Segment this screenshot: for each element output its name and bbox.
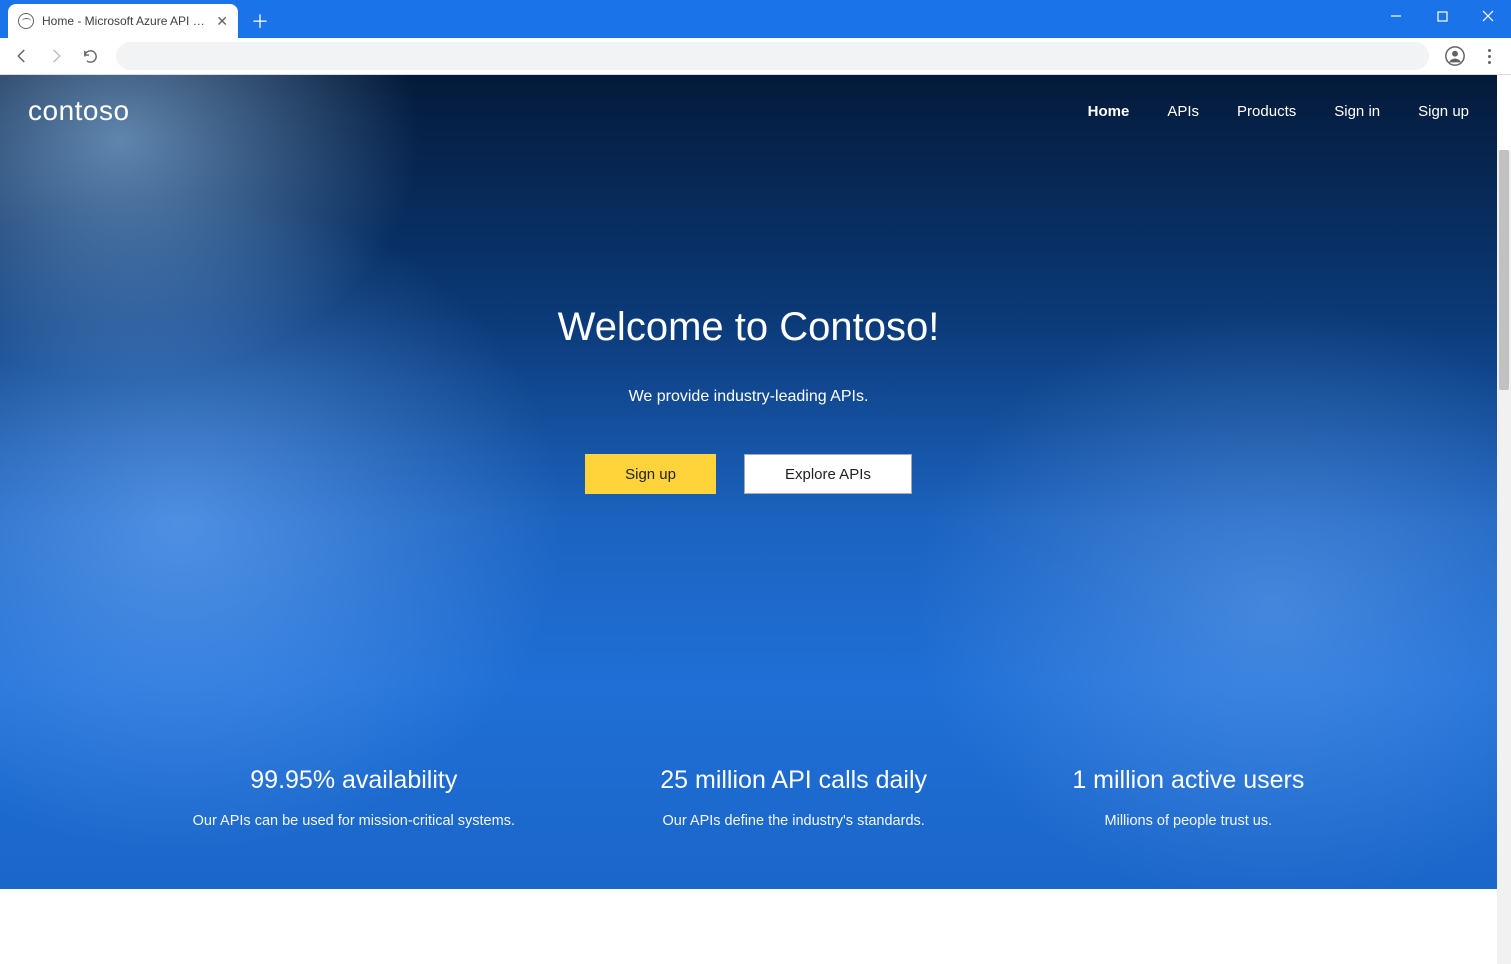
window-controls	[1373, 0, 1511, 32]
hero-title: Welcome to Contoso!	[0, 305, 1497, 350]
stat-sub: Millions of people trust us.	[1072, 813, 1304, 829]
top-navigation: contoso Home APIs Products Sign in Sign …	[0, 75, 1497, 147]
nav-links: Home APIs Products Sign in Sign up	[1088, 103, 1469, 120]
signup-button[interactable]: Sign up	[585, 454, 716, 494]
stats-row: 99.95% availability Our APIs can be used…	[0, 766, 1497, 829]
nav-link-products[interactable]: Products	[1237, 103, 1296, 120]
close-icon[interactable]: ✕	[216, 13, 228, 30]
hero-subtitle: We provide industry-leading APIs.	[0, 388, 1497, 406]
browser-tab[interactable]: Home - Microsoft Azure API Man ✕	[8, 4, 238, 38]
nav-link-apis[interactable]: APIs	[1167, 103, 1199, 120]
hero-center: Welcome to Contoso! We provide industry-…	[0, 305, 1497, 494]
hero-section: contoso Home APIs Products Sign in Sign …	[0, 75, 1497, 889]
nav-link-home[interactable]: Home	[1088, 103, 1130, 120]
explore-apis-button[interactable]: Explore APIs	[744, 454, 912, 494]
vertical-scrollbar[interactable]	[1497, 150, 1511, 964]
scrollbar-thumb[interactable]	[1499, 150, 1509, 390]
browser-toolbar	[0, 38, 1511, 75]
stat-title: 25 million API calls daily	[660, 766, 927, 795]
stat-sub: Our APIs can be used for mission-critica…	[193, 813, 515, 829]
profile-button[interactable]	[1441, 42, 1469, 70]
reload-button[interactable]	[76, 42, 104, 70]
browser-titlebar: Home - Microsoft Azure API Man ✕ ＋	[0, 0, 1511, 38]
tab-title: Home - Microsoft Azure API Man	[42, 14, 208, 28]
browser-menu-button[interactable]	[1475, 42, 1503, 70]
globe-icon	[18, 13, 34, 29]
maximize-button[interactable]	[1419, 0, 1465, 32]
brand-logo[interactable]: contoso	[28, 95, 130, 127]
forward-button[interactable]	[42, 42, 70, 70]
page-viewport: contoso Home APIs Products Sign in Sign …	[0, 75, 1497, 889]
new-tab-button[interactable]: ＋	[246, 7, 274, 35]
stat-title: 1 million active users	[1072, 766, 1304, 795]
address-bar[interactable]	[116, 42, 1429, 70]
minimize-button[interactable]	[1373, 0, 1419, 32]
stat-api-calls: 25 million API calls daily Our APIs defi…	[660, 766, 927, 829]
hero-ctas: Sign up Explore APIs	[0, 454, 1497, 494]
stat-active-users: 1 million active users Millions of peopl…	[1072, 766, 1304, 829]
stat-title: 99.95% availability	[193, 766, 515, 795]
stat-sub: Our APIs define the industry's standards…	[660, 813, 927, 829]
nav-link-signin[interactable]: Sign in	[1334, 103, 1380, 120]
window-close-button[interactable]	[1465, 0, 1511, 32]
nav-link-signup[interactable]: Sign up	[1418, 103, 1469, 120]
stat-availability: 99.95% availability Our APIs can be used…	[193, 766, 515, 829]
back-button[interactable]	[8, 42, 36, 70]
